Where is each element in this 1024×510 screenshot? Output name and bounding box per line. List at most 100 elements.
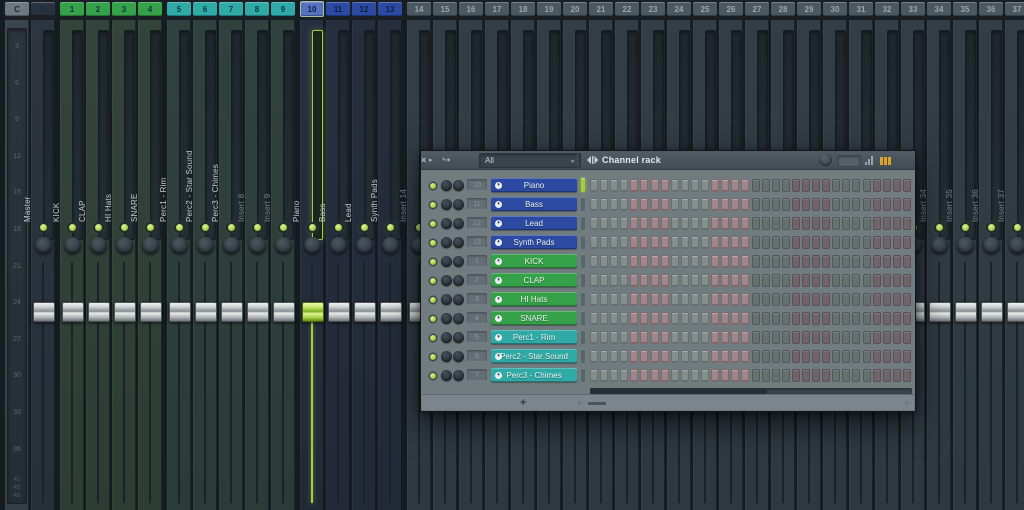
step-cell[interactable]: [863, 312, 871, 325]
step-cell[interactable]: [903, 255, 911, 268]
step-cell[interactable]: [752, 198, 760, 211]
step-cell[interactable]: [903, 274, 911, 287]
mixer-track-header-14[interactable]: 14: [407, 2, 431, 16]
pan-knob[interactable]: [957, 237, 974, 254]
volume-fader[interactable]: [302, 302, 324, 322]
step-cell[interactable]: [832, 198, 840, 211]
step-cell[interactable]: [752, 217, 760, 230]
channel-button[interactable]: •Perc2 - Star Sound: [491, 349, 577, 363]
step-cell[interactable]: [741, 274, 749, 287]
swing-knob[interactable]: [819, 153, 832, 166]
step-cell[interactable]: [852, 331, 860, 344]
step-cell[interactable]: [630, 236, 638, 249]
channel-volume-knob[interactable]: [453, 370, 464, 381]
step-cell[interactable]: [671, 369, 679, 382]
volume-fader[interactable]: [33, 302, 55, 322]
pan-knob[interactable]: [275, 237, 292, 254]
mute-led[interactable]: [309, 224, 316, 231]
step-cell[interactable]: [640, 236, 648, 249]
step-cell[interactable]: [822, 369, 830, 382]
step-cell[interactable]: [863, 331, 871, 344]
mute-led[interactable]: [361, 224, 368, 231]
step-cell[interactable]: [752, 255, 760, 268]
step-cell[interactable]: [883, 274, 891, 287]
mixer-track-header-7[interactable]: 7: [219, 2, 243, 16]
step-cell[interactable]: [640, 350, 648, 363]
step-cell[interactable]: [873, 331, 881, 344]
mute-led[interactable]: [176, 224, 183, 231]
channel-enable-led[interactable]: [430, 183, 436, 189]
pan-knob[interactable]: [330, 237, 347, 254]
step-cell[interactable]: [873, 274, 881, 287]
step-cell[interactable]: [903, 293, 911, 306]
channel-volume-knob[interactable]: [453, 218, 464, 229]
mixer-track-header-C[interactable]: C: [5, 2, 29, 16]
step-cell[interactable]: [691, 198, 699, 211]
channel-pan-knob[interactable]: [441, 294, 452, 305]
step-cell[interactable]: [661, 179, 669, 192]
step-cell[interactable]: [681, 255, 689, 268]
channel-enable-led[interactable]: [430, 259, 436, 265]
mixer-track-header-28[interactable]: 28: [771, 2, 795, 16]
channel-volume-knob[interactable]: [453, 313, 464, 324]
step-cell[interactable]: [752, 312, 760, 325]
step-cell[interactable]: [832, 236, 840, 249]
step-cell[interactable]: [802, 350, 810, 363]
mixer-track-header-22[interactable]: 22: [615, 2, 639, 16]
step-cell[interactable]: [772, 369, 780, 382]
step-cell[interactable]: [762, 236, 770, 249]
step-cell[interactable]: [600, 198, 608, 211]
step-cell[interactable]: [721, 369, 729, 382]
mixer-track-header-10[interactable]: 10: [300, 1, 324, 17]
mixer-route-number[interactable]: 5: [467, 331, 487, 343]
step-cell[interactable]: [883, 255, 891, 268]
add-channel-button[interactable]: +: [520, 395, 526, 410]
channel-button[interactable]: •Perc1 - Rim: [491, 330, 577, 344]
step-cell[interactable]: [812, 312, 820, 325]
step-cell[interactable]: [802, 293, 810, 306]
step-cell[interactable]: [721, 179, 729, 192]
mixer-route-number[interactable]: 12: [467, 217, 487, 229]
step-cell[interactable]: [741, 293, 749, 306]
mixer-track-header-13[interactable]: 13: [378, 2, 402, 16]
history-arrow-icon[interactable]: ↩: [442, 151, 450, 169]
step-cell[interactable]: [671, 179, 679, 192]
step-cell[interactable]: [822, 255, 830, 268]
step-cell[interactable]: [630, 331, 638, 344]
step-cell[interactable]: [671, 350, 679, 363]
mixer-route-number[interactable]: 10: [467, 179, 487, 191]
step-cell[interactable]: [893, 255, 901, 268]
channel-volume-knob[interactable]: [453, 294, 464, 305]
step-cell[interactable]: [741, 236, 749, 249]
step-cell[interactable]: [903, 350, 911, 363]
step-cell[interactable]: [752, 331, 760, 344]
channel-button[interactable]: •Bass: [491, 197, 577, 211]
step-cell[interactable]: [590, 179, 598, 192]
step-cell[interactable]: [883, 217, 891, 230]
channel-enable-led[interactable]: [430, 202, 436, 208]
step-cell[interactable]: [883, 293, 891, 306]
step-cell[interactable]: [711, 236, 719, 249]
step-cell[interactable]: [873, 236, 881, 249]
pan-knob[interactable]: [382, 237, 399, 254]
mixer-track-header-3[interactable]: 3: [112, 2, 136, 16]
volume-fader[interactable]: [140, 302, 162, 322]
step-cell[interactable]: [832, 312, 840, 325]
step-cell[interactable]: [610, 369, 618, 382]
step-cell[interactable]: [863, 198, 871, 211]
step-cell[interactable]: [711, 217, 719, 230]
step-cell[interactable]: [852, 217, 860, 230]
step-cell[interactable]: [802, 331, 810, 344]
step-cell[interactable]: [711, 293, 719, 306]
mixer-track-header-30[interactable]: 30: [823, 2, 847, 16]
step-cell[interactable]: [681, 274, 689, 287]
mute-led[interactable]: [387, 224, 394, 231]
step-cell[interactable]: [741, 255, 749, 268]
scroll-mini-thumb[interactable]: [588, 402, 606, 405]
pan-knob[interactable]: [116, 237, 133, 254]
step-cell[interactable]: [863, 293, 871, 306]
step-cell[interactable]: [893, 369, 901, 382]
step-cell[interactable]: [832, 255, 840, 268]
step-cell[interactable]: [802, 312, 810, 325]
step-cell[interactable]: [762, 369, 770, 382]
